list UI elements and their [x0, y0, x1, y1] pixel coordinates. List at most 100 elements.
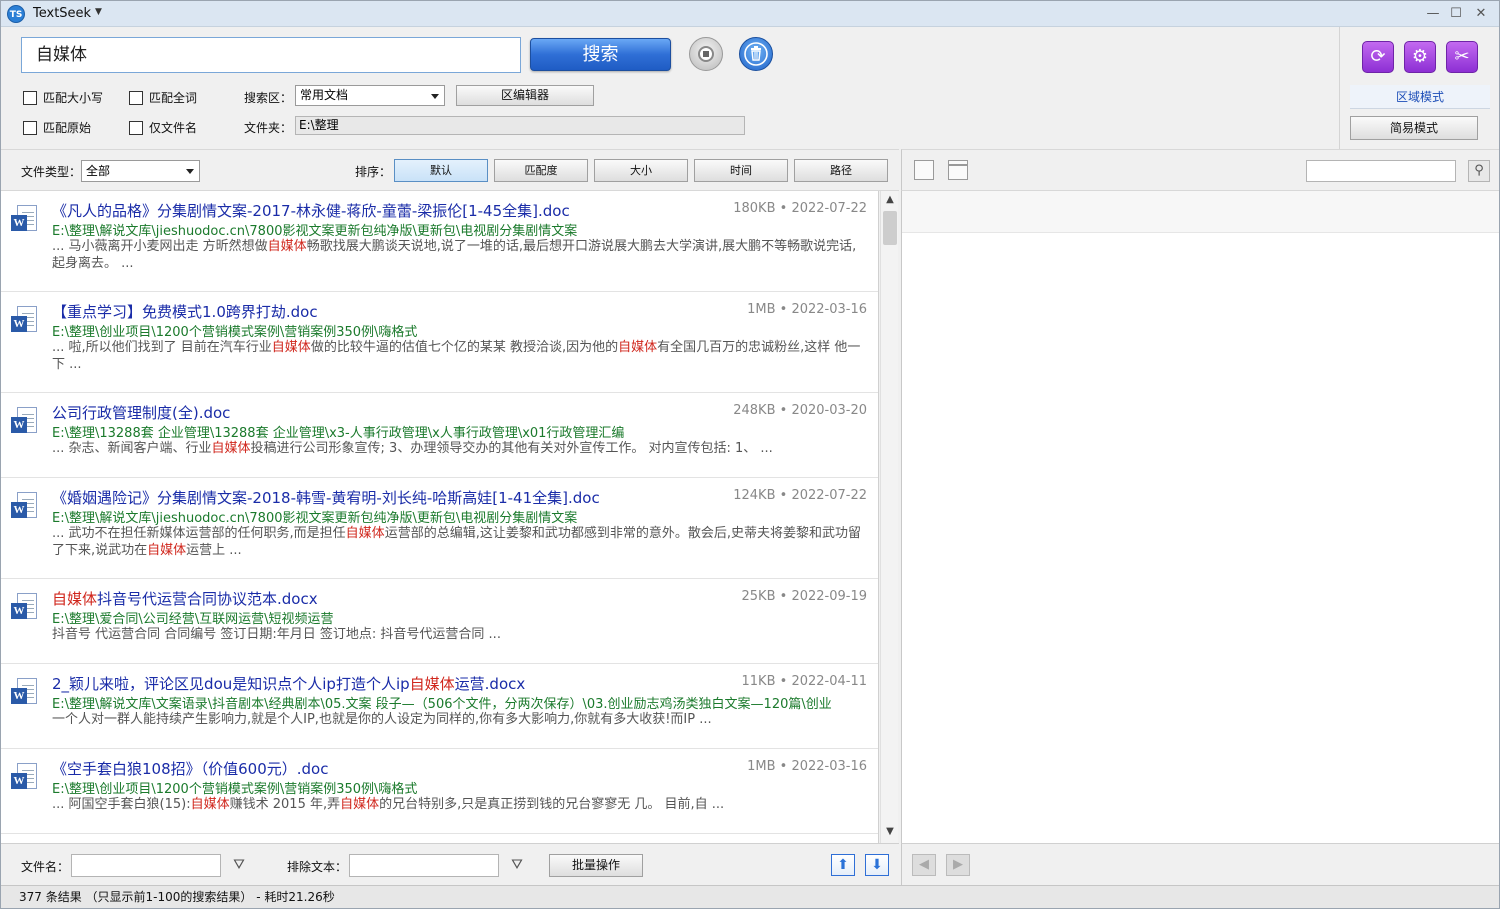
tools-button[interactable]: ✂	[1446, 41, 1478, 73]
filename-only-label: 仅文件名	[149, 121, 198, 135]
match-raw-checkbox[interactable]: 匹配原始	[23, 119, 91, 136]
result-size: 248KB	[733, 403, 776, 418]
match-case-checkbox[interactable]: 匹配大小写	[23, 89, 103, 106]
result-title[interactable]: 《凡人的品格》分集剧情文案-2017-林永健-蒋欣-童蕾-梁振伦[1-45全集]…	[52, 200, 570, 221]
simple-mode-button[interactable]: 简易模式	[1350, 116, 1478, 140]
result-title[interactable]: 《空手套白狼108招》（价值600元）.doc	[52, 758, 328, 779]
result-path[interactable]: E:\整理\解说文库\jieshuodoc.cn\7800影视文案更新包纯净版\…	[52, 220, 868, 239]
next-arrow-icon[interactable]: ▶	[946, 854, 970, 876]
results-scrollbar[interactable]: ▲ ▼	[880, 191, 898, 843]
result-path[interactable]: E:\整理\创业项目\1200个营销模式案例\营销案例350例\嗨格式	[52, 321, 868, 340]
search-zone-select[interactable]: 常用文档	[295, 85, 445, 106]
bottom-filter-bar: 文件名： ⛛ 排除文本： ⛛ 批量操作 ⬆ ⬇	[1, 843, 899, 885]
zone-editor-button[interactable]: 区编辑器	[456, 85, 594, 106]
page-view-icon[interactable]	[914, 160, 934, 180]
word-doc-icon: W	[11, 205, 39, 235]
filename-only-checkbox[interactable]: 仅文件名	[129, 119, 197, 136]
result-meta: 1MB • 2022-03-16	[747, 302, 867, 317]
result-meta: 124KB • 2022-07-22	[733, 488, 867, 503]
result-snippet: 抖音号 代运营合同 合同编号 签订日期:年月日 签订地点: 抖音号代运营合同 .…	[52, 627, 501, 642]
result-size: 11KB	[741, 674, 776, 689]
move-up-arrow-icon[interactable]: ⬆	[831, 854, 855, 876]
result-item[interactable]: W 《空手套白狼108招》（价值600元）.doc 1MB • 2022-03-…	[1, 749, 878, 834]
result-meta: 248KB • 2020-03-20	[733, 403, 867, 418]
batch-operation-button[interactable]: 批量操作	[549, 854, 643, 877]
preview-search-input[interactable]	[1306, 160, 1456, 182]
result-snippet: ... 武功不在担任新媒体运营部的任何职务,而是担任自媒体运营部的总编辑,这让姜…	[52, 526, 861, 558]
result-date: 2022-07-22	[791, 488, 867, 503]
result-snippet: ... 杂志、新闻客户端、行业自媒体投稿进行公司形象宣传; 3、办理领导交办的其…	[52, 441, 773, 456]
checkbox-box[interactable]	[129, 120, 143, 135]
result-item[interactable]: W 《婚姻遇险记》分集剧情文案-2018-韩雪-黄宥明-刘长纯-哈斯高娃[1-4…	[1, 478, 878, 579]
exclude-text-input[interactable]	[349, 854, 499, 877]
minimize-button[interactable]: —	[1421, 4, 1445, 24]
filename-filter-input[interactable]	[71, 854, 221, 877]
preview-search-button[interactable]: ⚲	[1468, 160, 1490, 182]
zone-mode-tab[interactable]: 区域模式	[1350, 85, 1490, 109]
app-logo-icon: TS	[7, 5, 25, 23]
search-panel: 自媒体 搜索 匹配大小写 匹配全词 匹配原始 仅文件名 搜索区： 常用文档 区编…	[1, 27, 1339, 149]
result-item[interactable]: W 2_颖儿来啦，评论区见dou是知识点个人ip打造个人ip自媒体运营.docx…	[1, 664, 878, 749]
preview-header-strip	[902, 191, 1499, 233]
previous-arrow-icon[interactable]: ◀	[912, 854, 936, 876]
result-title[interactable]: 自媒体抖音号代运营合同协议范本.docx	[52, 588, 318, 609]
scroll-up-icon[interactable]: ▲	[881, 191, 899, 209]
sort-relevance-button[interactable]: 匹配度	[494, 159, 588, 182]
checkbox-box[interactable]	[23, 120, 37, 135]
title-bar: TS TextSeek ▼ — ☐ ✕	[1, 1, 1499, 27]
refresh-button[interactable]: ⟳	[1362, 41, 1394, 73]
maximize-button[interactable]: ☐	[1444, 4, 1468, 24]
word-doc-icon: W	[11, 593, 39, 623]
folder-field[interactable]: E:\整理	[295, 116, 745, 135]
stop-icon	[698, 46, 714, 62]
sort-label: 排序：	[355, 165, 392, 179]
filename-filter-icon[interactable]: ⛛	[228, 855, 250, 877]
scroll-down-icon[interactable]: ▼	[881, 823, 899, 841]
result-item[interactable]: W 公司行政管理制度(全).doc 248KB • 2020-03-20 E:\…	[1, 393, 878, 478]
word-doc-icon: W	[11, 306, 39, 336]
search-input[interactable]: 自媒体	[21, 37, 521, 73]
close-button[interactable]: ✕	[1469, 4, 1493, 24]
result-path[interactable]: E:\整理\解说文库\jieshuodoc.cn\7800影视文案更新包纯净版\…	[52, 507, 868, 526]
result-path[interactable]: E:\整理\爱合同\公司经营\互联网运营\短视频运营	[52, 608, 868, 627]
search-icon: ⚲	[1474, 163, 1484, 178]
match-whole-word-checkbox[interactable]: 匹配全词	[129, 89, 197, 106]
stop-button[interactable]	[689, 37, 723, 71]
result-meta: 25KB • 2022-09-19	[741, 589, 868, 604]
result-title[interactable]: 2_颖儿来啦，评论区见dou是知识点个人ip打造个人ip自媒体运营.docx	[52, 673, 525, 694]
move-down-arrow-icon[interactable]: ⬇	[865, 854, 889, 876]
result-path[interactable]: E:\整理\创业项目\1200个营销模式案例\营销案例350例\嗨格式	[52, 778, 868, 797]
result-snippet: ... 啦,所以他们找到了 目前在汽车行业自媒体做的比较牛逼的估值七个亿的某某 …	[52, 340, 861, 372]
result-path[interactable]: E:\整理\解说文库\文案语录\抖音剧本\经典剧本\05.文案 段子—（506个…	[52, 693, 868, 712]
status-bar: 377 条结果 （只显示前1-100的搜索结果） - 耗时21.26秒	[1, 885, 1499, 908]
result-date: 2022-07-22	[791, 201, 867, 216]
result-title[interactable]: 公司行政管理制度(全).doc	[52, 402, 230, 423]
sort-size-button[interactable]: 大小	[594, 159, 688, 182]
sort-time-button[interactable]: 时间	[694, 159, 788, 182]
gear-icon: ⚙	[1411, 46, 1429, 67]
result-item[interactable]: W 自媒体抖音号代运营合同协议范本.docx 25KB • 2022-09-19…	[1, 579, 878, 664]
word-doc-icon: W	[11, 678, 39, 708]
scrollbar-thumb[interactable]	[883, 211, 897, 245]
settings-button[interactable]: ⚙	[1404, 41, 1436, 73]
window-view-icon[interactable]	[948, 160, 968, 180]
exclude-filter-icon[interactable]: ⛛	[506, 855, 528, 877]
result-item[interactable]: W 【重点学习】免费模式1.0跨界打劫.doc 1MB • 2022-03-16…	[1, 292, 878, 393]
sort-path-button[interactable]: 路径	[794, 159, 888, 182]
chevron-down-icon	[431, 94, 439, 99]
result-title[interactable]: 【重点学习】免费模式1.0跨界打劫.doc	[52, 301, 318, 322]
result-meta: 180KB • 2022-07-22	[733, 201, 867, 216]
checkbox-box[interactable]	[23, 90, 37, 105]
file-type-select[interactable]: 全部	[81, 160, 200, 182]
checkbox-box[interactable]	[129, 90, 143, 105]
search-button[interactable]: 搜索	[530, 38, 671, 71]
title-menu-chevron-icon[interactable]: ▼	[95, 7, 102, 17]
result-path[interactable]: E:\整理\13288套 企业管理\13288套 企业管理\x3-人事行政管理\…	[52, 422, 868, 441]
word-doc-icon: W	[11, 492, 39, 522]
result-item[interactable]: W 《凡人的品格》分集剧情文案-2017-林永健-蒋欣-童蕾-梁振伦[1-45全…	[1, 191, 878, 292]
sort-default-button[interactable]: 默认	[394, 159, 488, 182]
clear-results-button[interactable]	[739, 37, 773, 71]
tools-icon: ✂	[1454, 46, 1470, 67]
result-title[interactable]: 《婚姻遇险记》分集剧情文案-2018-韩雪-黄宥明-刘长纯-哈斯高娃[1-41全…	[52, 487, 600, 508]
result-size: 1MB	[747, 759, 776, 774]
